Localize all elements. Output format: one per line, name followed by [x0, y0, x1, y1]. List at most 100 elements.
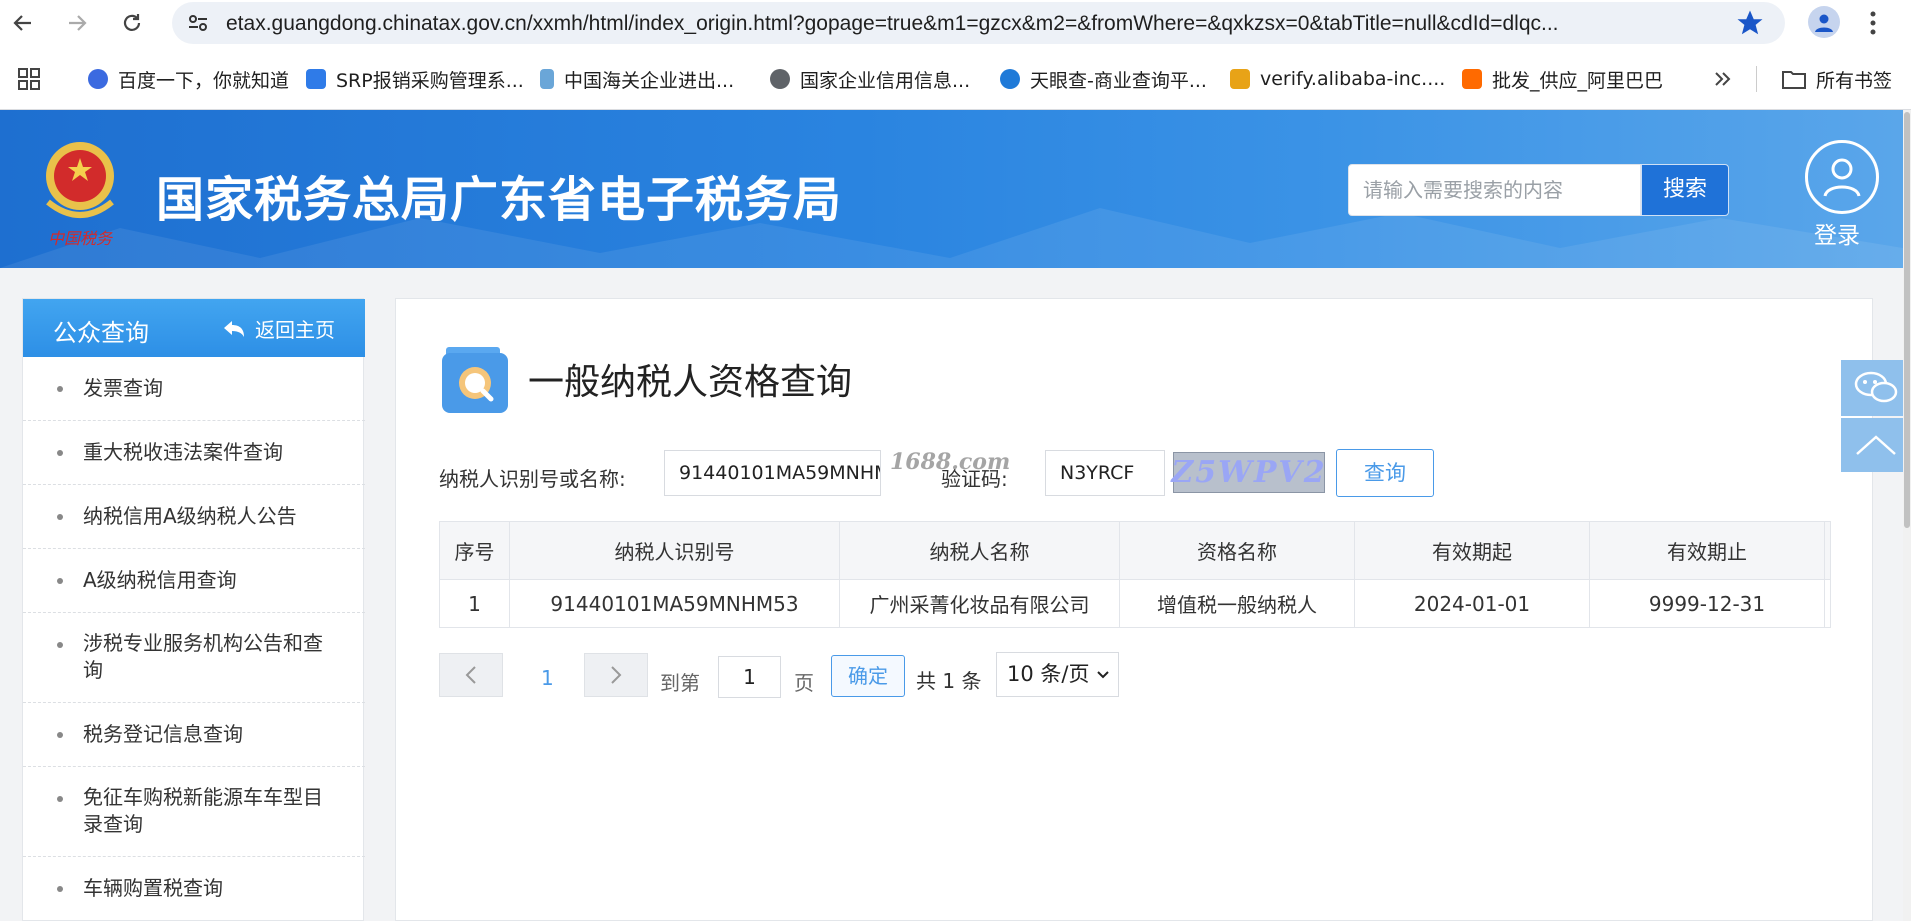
- profile-avatar-icon[interactable]: [1808, 6, 1840, 38]
- back-home-label: 返回主页: [255, 318, 335, 342]
- all-bookmarks-label: 所有书签: [1816, 69, 1893, 92]
- site-info-icon[interactable]: [186, 11, 210, 39]
- bookmark-srp[interactable]: SRP报销采购管理系...: [306, 64, 524, 94]
- bookmark-label: 中国海关企业进出...: [564, 69, 735, 92]
- tianyancha-icon: [1000, 69, 1020, 89]
- bullet-dot: [57, 732, 63, 738]
- goto-label: 到第: [660, 671, 700, 695]
- sidebar-item-registration[interactable]: 税务登记信息查询: [23, 703, 365, 767]
- sidebar-item-ev-exemption[interactable]: 免征车购税新能源车车型目录查询: [23, 767, 365, 857]
- back-arrow-icon[interactable]: [8, 8, 38, 38]
- cell-valid-to: 9999-12-31: [1589, 579, 1825, 628]
- address-bar[interactable]: etax.guangdong.chinatax.gov.cn/xxmh/html…: [172, 2, 1785, 44]
- reload-icon[interactable]: [117, 8, 147, 38]
- sidebar-item-a-level-query[interactable]: A级纳税信用查询: [23, 549, 365, 613]
- bookmarks-bar: 百度一下，你就知道 SRP报销采购管理系... 中国海关企业进出... 国家企业…: [0, 46, 1911, 110]
- forward-arrow-icon[interactable]: [62, 8, 92, 38]
- bullet-dot: [57, 386, 63, 392]
- bookmark-label: SRP报销采购管理系...: [336, 69, 524, 92]
- login-user-icon[interactable]: [1805, 140, 1879, 214]
- sidebar-item-vehicle-tax[interactable]: 车辆购置税查询: [23, 857, 365, 921]
- cell-qualification: 增值税一般纳税人: [1119, 579, 1355, 628]
- bookmark-credit[interactable]: 国家企业信用信息...: [770, 64, 970, 94]
- bullet-dot: [57, 886, 63, 892]
- bookmark-verify-alibaba[interactable]: verify.alibaba-inc....: [1230, 64, 1445, 94]
- bullet-dot: [57, 796, 63, 802]
- sidebar-item-tax-violation[interactable]: 重大税收违法案件查询: [23, 421, 365, 485]
- back-home-link[interactable]: 返回主页: [223, 314, 335, 343]
- site-title: 国家税务总局广东省电子税务局: [156, 172, 843, 228]
- col-header-taxpayer-name: 纳税人名称: [839, 521, 1120, 580]
- query-button[interactable]: 查询: [1336, 449, 1434, 497]
- bullet-dot: [57, 450, 63, 456]
- site-header: 中国税务 国家税务总局广东省电子税务局 请输入需要搜索的内容 搜索 登录: [0, 110, 1903, 268]
- sidebar-item-tax-agency[interactable]: 涉税专业服务机构公告和查询: [23, 613, 365, 703]
- cell-taxpayer-name: 广州采菁化妆品有限公司: [839, 579, 1120, 628]
- sidebar-title: 公众查询: [53, 319, 149, 347]
- site-search-input[interactable]: 请输入需要搜索的内容: [1348, 164, 1641, 216]
- all-bookmarks[interactable]: 所有书签: [1782, 64, 1892, 94]
- cell-valid-from: 2024-01-01: [1354, 579, 1590, 628]
- chevron-up-icon: [1856, 435, 1896, 455]
- site-search-button[interactable]: 搜索: [1641, 164, 1729, 216]
- url-text[interactable]: etax.guangdong.chinatax.gov.cn/xxmh/html…: [226, 12, 1726, 36]
- col-header-valid-from: 有效期起: [1354, 521, 1590, 580]
- browser-menu-icon[interactable]: [1868, 8, 1878, 42]
- wechat-float-button[interactable]: [1841, 360, 1911, 416]
- cell-taxpayer-id: 91440101MA59MNHM53: [509, 579, 840, 628]
- sidebar-item-a-level-notice[interactable]: 纳税信用A级纳税人公告: [23, 485, 365, 549]
- sidebar-item-label: 税务登记信息查询: [83, 722, 243, 746]
- captcha-image[interactable]: Z5WPV2: [1171, 452, 1325, 493]
- cell-index: 1: [439, 579, 510, 628]
- login-link[interactable]: 登录: [1814, 216, 1860, 250]
- chevron-left-icon: [465, 666, 476, 684]
- wechat-icon: [1854, 371, 1898, 403]
- page-scrollbar-thumb[interactable]: [1904, 112, 1910, 528]
- goto-page-input[interactable]: 1: [718, 656, 781, 698]
- srp-icon: [306, 69, 326, 89]
- bullet-dot: [57, 578, 63, 584]
- bookmark-tianyancha[interactable]: 天眼查-商业查询平...: [1000, 64, 1207, 94]
- customs-shield-icon: [540, 69, 554, 89]
- table-row: 1 91440101MA59MNHM53 广州采菁化妆品有限公司 增值税一般纳税…: [439, 579, 1831, 628]
- bookmark-label: verify.alibaba-inc....: [1260, 68, 1446, 90]
- browser-toolbar: etax.guangdong.chinatax.gov.cn/xxmh/html…: [0, 0, 1911, 46]
- sidebar-item-label: 免征车购税新能源车车型目录查询: [83, 785, 323, 836]
- col-header-qualification: 资格名称: [1119, 521, 1355, 580]
- page-size-value: 10 条/页: [1007, 662, 1090, 686]
- taxpayer-id-label: 纳税人识别号或名称:: [439, 467, 626, 491]
- bookmark-label: 国家企业信用信息...: [800, 69, 971, 92]
- sidebar-item-invoice[interactable]: 发票查询: [23, 357, 365, 421]
- bookmark-label: 天眼查-商业查询平...: [1030, 69, 1207, 92]
- goto-confirm-button[interactable]: 确定: [831, 655, 905, 697]
- back-arrow-icon: [224, 320, 244, 337]
- bookmark-alibaba-wholesale[interactable]: 批发_供应_阿里巴巴: [1462, 64, 1663, 94]
- sidebar-item-label: 纳税信用A级纳税人公告: [83, 504, 297, 528]
- page-title: 一般纳税人资格查询: [528, 362, 853, 403]
- total-count: 共 1 条: [916, 669, 982, 693]
- bookmark-star-icon[interactable]: [1735, 8, 1765, 42]
- svg-text:中国税务: 中国税务: [48, 229, 114, 248]
- bookmarks-overflow-icon[interactable]: [1712, 64, 1732, 94]
- page-unit-label: 页: [794, 671, 814, 695]
- chevron-right-icon: [611, 666, 622, 684]
- prev-page-button[interactable]: [439, 653, 503, 697]
- bookmarks-divider: [1756, 66, 1757, 92]
- bookmark-baidu[interactable]: 百度一下，你就知道: [88, 64, 289, 94]
- col-header-taxpayer-id: 纳税人识别号: [509, 521, 840, 580]
- taxpayer-id-input[interactable]: 91440101MA59MNHM: [664, 450, 881, 496]
- current-page-number[interactable]: 1: [541, 666, 554, 690]
- sidebar-item-label: 发票查询: [83, 376, 163, 400]
- results-table: 序号 纳税人识别号 纳税人名称 资格名称 有效期起 有效期止 1 9144010…: [439, 521, 1831, 628]
- bookmark-label: 批发_供应_阿里巴巴: [1492, 69, 1664, 92]
- bookmark-customs[interactable]: 中国海关企业进出...: [540, 64, 734, 94]
- main-panel: 一般纳税人资格查询 纳税人识别号或名称: 91440101MA59MNHM 16…: [395, 298, 1873, 921]
- table-header-row: 序号 纳税人识别号 纳税人名称 资格名称 有效期起 有效期止: [439, 521, 1831, 580]
- page-size-select[interactable]: 10 条/页: [996, 652, 1119, 697]
- captcha-input[interactable]: N3YRCF: [1045, 450, 1165, 496]
- apps-grid-icon[interactable]: [18, 64, 40, 94]
- globe-icon: [770, 69, 790, 89]
- back-to-top-button[interactable]: [1841, 418, 1911, 472]
- folder-icon: [1782, 71, 1806, 89]
- next-page-button[interactable]: [584, 653, 648, 697]
